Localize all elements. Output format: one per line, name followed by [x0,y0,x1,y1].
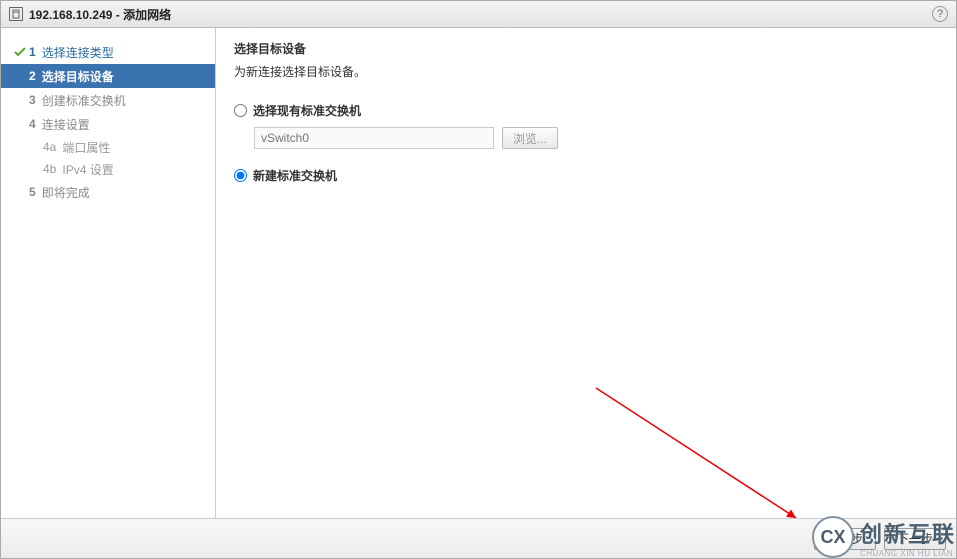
step-num: 4a [43,140,56,154]
browse-button[interactable]: 浏览... [502,127,558,149]
window-title: 192.168.10.249 - 添加网络 [29,6,171,23]
radio-new-switch[interactable]: 新建标准交换机 [234,167,938,184]
content-pane: 选择目标设备 为新连接选择目标设备。 选择现有标准交换机 浏览... 新建标准交… [216,28,956,518]
window-host-icon [9,7,23,21]
step-label: 端口属性 [62,139,110,156]
step-4b-ipv4: 4b IPv4 设置 [1,158,215,180]
step-3-create-switch: 3 创建标准交换机 [1,88,215,112]
titlebar: 192.168.10.249 - 添加网络 ? [1,1,956,28]
step-num: 5 [29,185,36,199]
wizard-body: 1 选择连接类型 2 选择目标设备 3 创建标准交换机 4 连接设置 [1,28,956,518]
step-4-connection-settings: 4 连接设置 [1,112,215,136]
step-num: 3 [29,93,36,107]
radio-label: 新建标准交换机 [253,167,337,184]
step-num: 4b [43,162,56,176]
step-num: 1 [29,45,36,59]
switch-name-input[interactable] [254,127,494,149]
radio-new-input[interactable] [234,169,247,182]
step-label: 即将完成 [42,184,90,201]
next-button[interactable]: 下一步 [884,528,946,550]
radio-existing-switch[interactable]: 选择现有标准交换机 [234,102,938,119]
step-2-target-device[interactable]: 2 选择目标设备 [1,64,215,88]
content-description: 为新连接选择目标设备。 [234,63,938,80]
wizard-window: 192.168.10.249 - 添加网络 ? 1 选择连接类型 2 选择目标设… [0,0,957,559]
step-num: 2 [29,69,36,83]
radio-label: 选择现有标准交换机 [253,102,361,119]
prev-button[interactable]: 上一步 [814,528,876,550]
step-label: IPv4 设置 [62,161,113,178]
step-5-finish: 5 即将完成 [1,180,215,204]
content-heading: 选择目标设备 [234,40,938,57]
step-label: 创建标准交换机 [42,92,126,109]
help-button[interactable]: ? [932,6,948,22]
step-label[interactable]: 选择连接类型 [42,44,114,61]
step-label: 选择目标设备 [42,68,114,85]
radio-existing-input[interactable] [234,104,247,117]
check-icon [11,47,29,57]
step-1-connection-type[interactable]: 1 选择连接类型 [1,40,215,64]
step-sidebar: 1 选择连接类型 2 选择目标设备 3 创建标准交换机 4 连接设置 [1,28,216,518]
step-4a-port-props: 4a 端口属性 [1,136,215,158]
wizard-footer: 上一步 下一步 [1,518,956,558]
step-label: 连接设置 [42,116,90,133]
existing-switch-row: 浏览... [254,127,938,149]
step-num: 4 [29,117,36,131]
